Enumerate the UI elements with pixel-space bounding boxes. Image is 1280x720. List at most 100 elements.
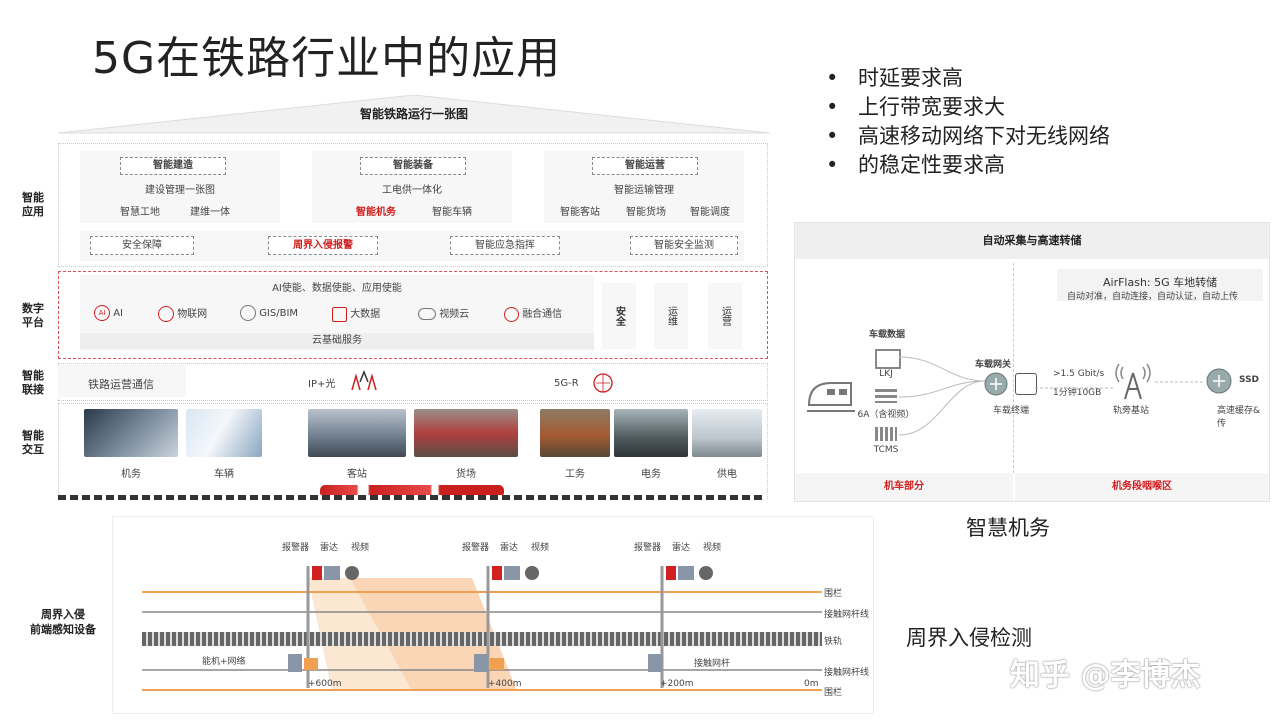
base-to-storage-link	[1155, 381, 1205, 383]
group-sub: 建设管理一张图	[145, 185, 215, 196]
distance-label: +200m	[660, 679, 694, 689]
connect-5gr: 5G-R	[554, 378, 579, 389]
interact-label: 工务	[565, 469, 585, 480]
interact-label: 车辆	[214, 469, 234, 480]
sensor-label-alarm: 报警器	[634, 543, 662, 553]
group-item: 智能货场	[626, 207, 666, 218]
perimeter-caption: 周界入侵检测	[906, 626, 1032, 650]
line-label-fence-top: 围栏	[824, 589, 843, 599]
platform-item-label: AI	[113, 308, 123, 319]
side-label-app: 智能应用	[22, 191, 44, 218]
side-label-platform: 数字平台	[22, 302, 44, 329]
rail-stripe	[58, 495, 766, 500]
globe-icon	[240, 305, 256, 321]
storage-icon	[1206, 368, 1232, 394]
perimeter-side-2: 前端感知设备	[30, 623, 96, 636]
group-title: 智能装备	[360, 157, 466, 175]
interact-label: 机务	[121, 469, 141, 480]
line-label-catenary-top: 接触网杆线	[824, 610, 870, 620]
sensor-label-radar: 雷达	[672, 543, 691, 553]
server-icon	[875, 389, 897, 403]
platform-item-gis: GIS/BIM	[240, 305, 298, 321]
depot-diagram: 自动采集与高速转储 AirFlash: 5G 车地转储 自动对准，自动连接，自动…	[794, 222, 1270, 502]
sensor-label-radar: 雷达	[500, 543, 519, 553]
bullet-item: 上行带宽要求大	[826, 93, 1110, 122]
side-label-interact: 智能交互	[22, 429, 44, 456]
footer-right: 机务段咽喉区	[1015, 473, 1269, 501]
group-item: 建维一体	[190, 207, 230, 218]
group-operation: 智能运营 智能运输管理 智能客站 智能货场 智能调度	[544, 151, 744, 223]
onboard-data-label: 车载数据	[869, 330, 906, 340]
side-label-connect: 智能联接	[22, 369, 44, 396]
perimeter-side-1: 周界入侵	[41, 608, 85, 621]
lkj-device-icon	[875, 349, 901, 369]
platform-item-label: 物联网	[177, 309, 208, 320]
train-graphic	[320, 485, 504, 495]
architecture-header: 智能铁路运行一张图	[359, 107, 468, 121]
photo-freight	[414, 409, 518, 457]
platform-item-iot: 物联网	[158, 305, 207, 322]
bullet-item: 时延要求高	[826, 64, 1110, 93]
platform-item-comm: 融合通信	[504, 305, 562, 322]
sensor-label-video: 视频	[351, 543, 370, 553]
photo-cab	[84, 409, 178, 457]
distance-label: +600m	[308, 679, 342, 689]
slide-title: 5G在铁路行业中的应用	[92, 33, 562, 84]
app-perimeter-alarm: 周界入侵报警	[268, 236, 378, 255]
terminal-label: 车载终端	[993, 406, 1030, 416]
bullet-item: 高速移动网络下对无线网络	[826, 122, 1110, 151]
bullet-list: 时延要求高 上行带宽要求大 高速移动网络下对无线网络 的稳定性要求高	[826, 64, 1110, 180]
depot-divider	[1013, 263, 1015, 473]
iot-icon	[158, 306, 174, 322]
sensor-label-radar: 雷达	[320, 543, 339, 553]
distance-label: +400m	[488, 679, 522, 689]
platform-item-bigdata: 大数据	[332, 305, 380, 322]
app-monitoring: 智能安全监测	[630, 236, 738, 255]
rate-label-1: >1.5 Gbit/s	[1053, 369, 1105, 379]
depot-caption: 智慧机务	[966, 516, 1050, 540]
connect-ip: IP+光	[308, 379, 336, 390]
ai-icon: AI	[94, 305, 110, 321]
base-station-icon	[1115, 363, 1151, 400]
platform-item-label: 视频云	[439, 309, 470, 320]
base-station-label: 轨旁基站	[1113, 406, 1150, 416]
photo-station	[308, 409, 406, 457]
line-label-catenary-bottom: 接触网杆线	[824, 668, 870, 678]
group-item: 智能调度	[690, 207, 730, 218]
sensor-label-alarm: 报警器	[282, 543, 310, 553]
airflash-title: AirFlash: 5G 车地转储	[1103, 276, 1218, 289]
network-globe-icon	[593, 373, 613, 393]
sensor-label-video: 视频	[531, 543, 550, 553]
platform-bottom: 云基础服务	[80, 333, 594, 349]
group-sub: 智能运输管理	[614, 185, 674, 196]
platform-top: AI使能、数据使能、应用使能	[272, 283, 402, 294]
platform-side-maintenance: 运维	[654, 283, 688, 349]
photo-track	[540, 409, 610, 457]
interact-label: 客站	[347, 469, 367, 480]
photo-signal	[614, 409, 688, 457]
platform-side-security: 安全	[602, 283, 636, 349]
footer-left: 机车部分	[795, 473, 1013, 501]
app-emergency: 智能应急指挥	[450, 236, 560, 255]
platform-item-videocloud: 视频云	[418, 305, 469, 320]
depot-header: 自动采集与高速转储	[795, 223, 1269, 259]
signal-icon	[504, 306, 519, 322]
ssd-label: SSD	[1239, 375, 1260, 385]
storage-label: 高速缓存&传	[1217, 406, 1261, 429]
group-title: 智能建造	[120, 157, 226, 175]
gateway-label: 车载网关	[975, 360, 1012, 370]
group-equipment: 智能装备 工电供一体化 智能机务 智能车辆	[312, 151, 512, 223]
line-label-rail: 铁轨	[824, 637, 843, 647]
platform-item-ai: AI AI	[94, 305, 123, 321]
connect-label: 铁路运营通信	[88, 378, 154, 391]
line-label-fence-bottom: 围栏	[824, 688, 843, 698]
group-build: 智能建造 建设管理一张图 智慧工地 建维一体	[80, 151, 280, 223]
group-item: 智能车辆	[432, 207, 472, 218]
database-icon	[332, 306, 347, 322]
tcms-device-icon	[875, 427, 897, 441]
airflash-sub: 自动对准，自动连接，自动认证，自动上传	[1067, 292, 1239, 302]
wireless-link	[1035, 387, 1115, 389]
terminal-icon	[1015, 373, 1037, 395]
bullet-item-continued: 的稳定性要求高	[826, 151, 1110, 180]
distance-label: 0m	[804, 679, 819, 689]
